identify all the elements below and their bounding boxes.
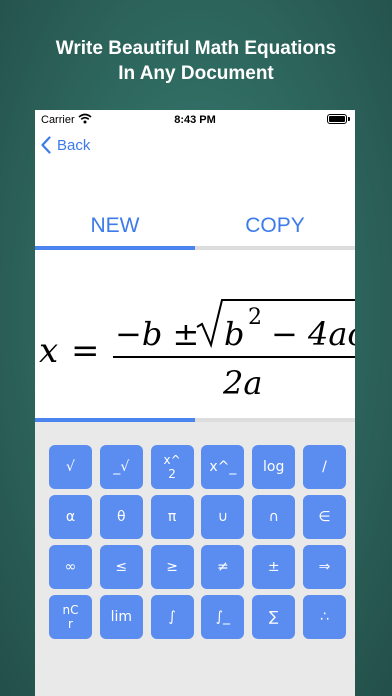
sqrt-key[interactable]: √ [49, 445, 92, 489]
equation-b: b [224, 315, 244, 353]
plus-minus-key[interactable]: ± [252, 545, 296, 589]
theta-key[interactable]: θ [99, 495, 143, 539]
headline-line-2: In Any Document [118, 63, 274, 84]
nth-root-key[interactable]: _√ [99, 445, 143, 489]
tab-copy[interactable]: COPY [195, 204, 355, 248]
equation-svg: x = −b ± b 2 − 4ac 2a [39, 299, 355, 402]
equation-x: x [39, 331, 58, 371]
battery-icon [327, 114, 347, 124]
equation-equals: = [71, 331, 100, 371]
status-time: 8:43 PM [174, 114, 216, 126]
key-grid: √ _√ x^ 2 x^_ log / α θ π ∪ ∩ ∈ ∞ ≤ ≥ ≠ ± ⇒ nC r lim ∫ ∫_ ∑ ∴ [49, 445, 346, 639]
tab-new[interactable]: NEW [35, 204, 195, 248]
element-of-key[interactable]: ∈ [302, 495, 346, 539]
chevron-left-icon [41, 136, 51, 154]
union-key[interactable]: ∪ [201, 495, 245, 539]
equation-exponent: 2 [248, 305, 262, 330]
not-equal-key[interactable]: ≠ [201, 545, 245, 589]
intersection-key[interactable]: ∩ [252, 495, 296, 539]
less-equal-key[interactable]: ≤ [99, 545, 143, 589]
sum-key[interactable]: ∑ [252, 595, 296, 639]
equation-denominator: 2a [222, 364, 262, 402]
navigation-bar: Back [35, 136, 355, 160]
equation-tail: − 4ac [271, 315, 355, 353]
limit-key[interactable]: lim [99, 595, 143, 639]
combination-key[interactable]: nC r [49, 595, 92, 639]
equation-numerator-lead: −b ± [115, 315, 199, 353]
therefore-key[interactable]: ∴ [302, 595, 346, 639]
math-keyboard: √ _√ x^ 2 x^_ log / α θ π ∪ ∩ ∈ ∞ ≤ ≥ ≠ ± ⇒ nC r lim ∫ ∫_ ∑ ∴ [35, 422, 355, 696]
implies-key[interactable]: ⇒ [302, 545, 346, 589]
infinity-key[interactable]: ∞ [49, 545, 92, 589]
back-label: Back [57, 136, 91, 154]
divide-key[interactable]: / [302, 445, 346, 489]
greater-equal-key[interactable]: ≥ [150, 545, 194, 589]
alpha-key[interactable]: α [49, 495, 92, 539]
power-2-key[interactable]: x^ 2 [150, 445, 194, 489]
log-key[interactable]: log [252, 445, 296, 489]
equation-preview: x = −b ± b 2 − 4ac 2a [35, 250, 355, 418]
phone-screen: Carrier 8:43 PM Back NEW COPY x = −b ± b… [35, 110, 355, 696]
pi-key[interactable]: π [150, 495, 194, 539]
status-bar: Carrier 8:43 PM [35, 110, 355, 130]
headline-line-1: Write Beautiful Math Equations [55, 38, 337, 59]
headline: Write Beautiful Math Equations In Any Do… [0, 36, 392, 86]
tab-bar: NEW COPY [35, 204, 355, 252]
integral-bounds-key[interactable]: ∫_ [201, 595, 245, 639]
integral-key[interactable]: ∫ [150, 595, 194, 639]
power-key[interactable]: x^_ [201, 445, 245, 489]
battery-tip [348, 117, 350, 121]
back-button[interactable]: Back [41, 136, 90, 154]
